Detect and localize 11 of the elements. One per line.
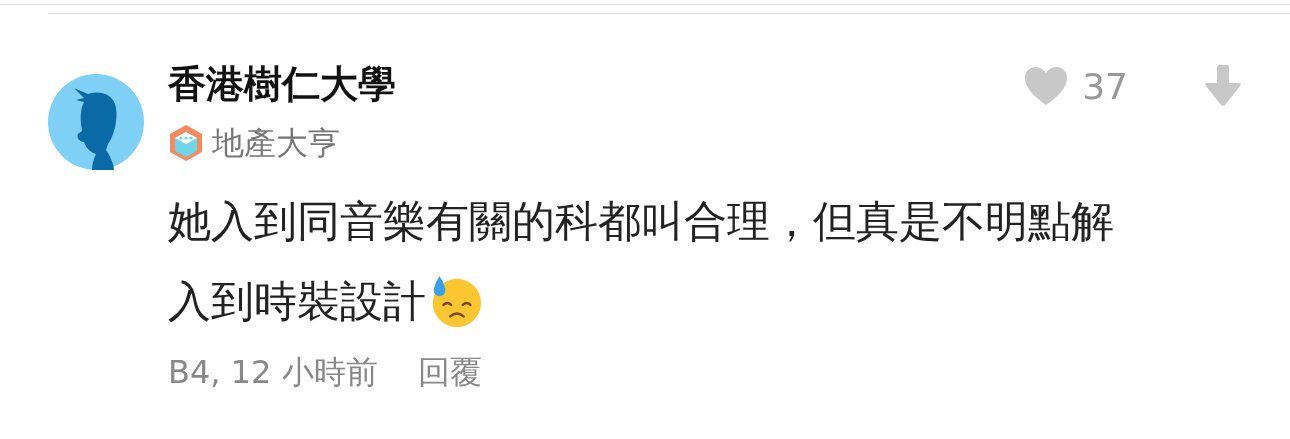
badge-icon [168, 124, 204, 162]
comment-text: 她入到同音樂有關的科都叫合理，但真是不明點解 [168, 195, 1114, 248]
avatar-icon [48, 74, 144, 170]
author-name[interactable]: 香港樹仁大學 [168, 61, 396, 107]
post-meta: B4, 12 小時前 [168, 352, 378, 393]
heart-icon[interactable] [1024, 66, 1069, 106]
comment-text: 入到時裝設計 [168, 275, 426, 328]
user-title-label: 地產大亨 [212, 123, 340, 163]
down-arrow-icon[interactable] [1204, 65, 1242, 107]
like-count: 37 [1082, 65, 1128, 107]
reply-button[interactable]: 回覆 [417, 351, 482, 395]
